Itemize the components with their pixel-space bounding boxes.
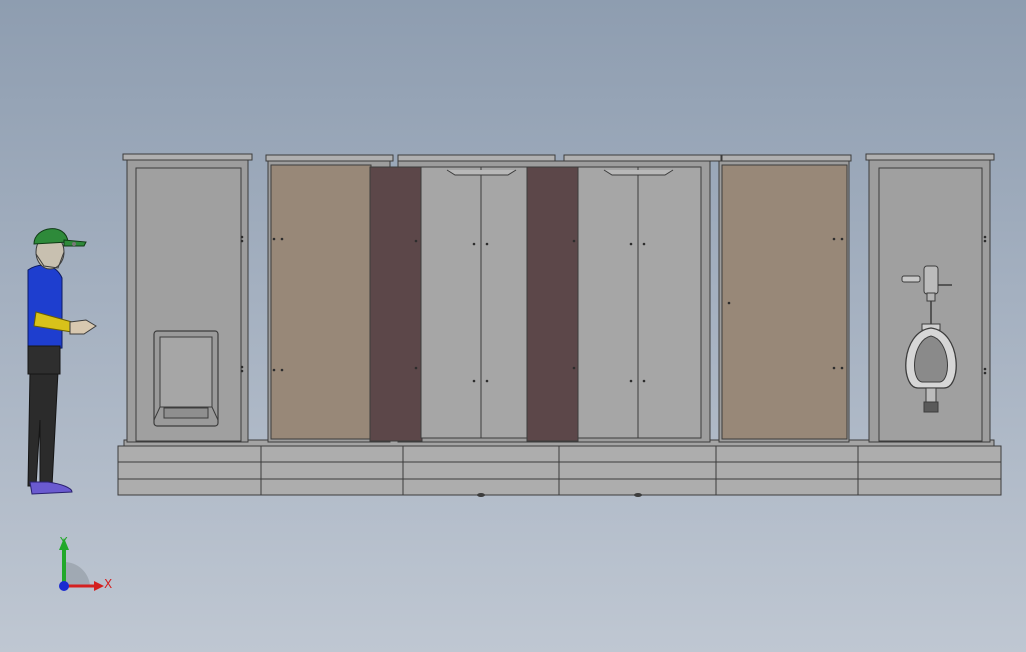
cabin-left[interactable]: [122, 153, 253, 443]
coordinate-triad: Y X: [59, 535, 112, 591]
y-axis-label: Y: [59, 535, 68, 549]
base-platform[interactable]: [117, 445, 1002, 497]
partition-maroon-2[interactable]: [526, 166, 579, 442]
cabin-left-roof: [122, 153, 253, 161]
cabin-urinal[interactable]: [865, 153, 995, 443]
partition-maroon-1[interactable]: [369, 166, 423, 442]
cabin-tan-1-door[interactable]: [270, 164, 372, 440]
human-scale-figure[interactable]: [27, 228, 97, 495]
cabin-center-roof-left: [397, 154, 556, 162]
cabin-tan-2[interactable]: [718, 154, 852, 443]
cabin-tan-2-roof: [721, 154, 852, 162]
cabin-center[interactable]: [369, 154, 722, 443]
cabin-center-roof-right: [563, 154, 722, 162]
cad-viewport[interactable]: Y X: [0, 0, 1026, 652]
cabin-tan-2-door[interactable]: [721, 164, 848, 440]
double-door-1[interactable]: [414, 166, 528, 439]
double-door-2[interactable]: [572, 166, 702, 439]
cabin-tan-1-roof: [265, 154, 394, 162]
x-axis-label: X: [104, 577, 112, 591]
cabin-urinal-roof: [865, 153, 995, 161]
floor-hatch[interactable]: [153, 330, 219, 427]
cad-scene[interactable]: Y X: [0, 0, 1026, 652]
origin-dot: [59, 581, 69, 591]
